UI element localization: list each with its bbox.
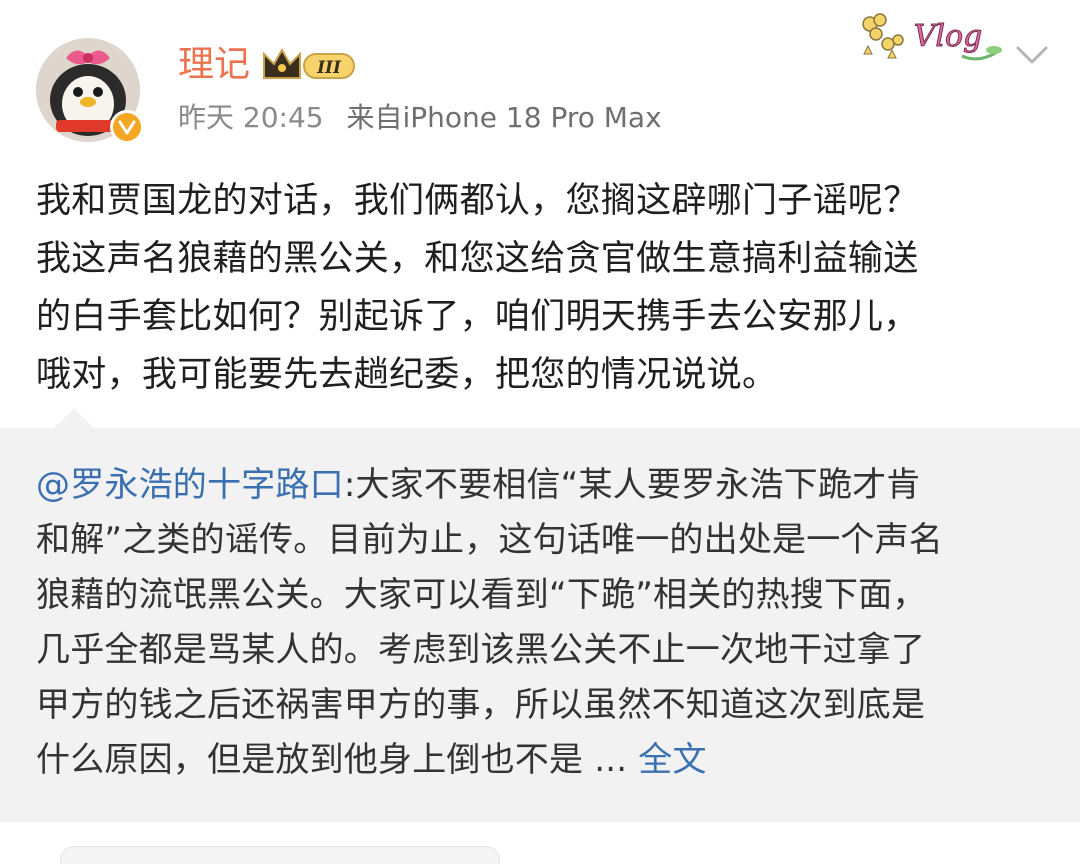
repost-line: 几乎全都是骂某人的。考虑到该黑公关不止一次地干过拿了 — [36, 630, 926, 670]
post-body: 我和贾国龙的对话，我们俩都认，您搁这辟哪门子谣呢？ 我这声名狼藉的黑公关，和您这… — [36, 172, 1046, 404]
repost-line: 甲方的钱之后还祸害甲方的事，所以虽然不知道这次到底是 — [36, 685, 926, 725]
username[interactable]: 理记 — [178, 40, 250, 90]
post-line: 的白手套比如何？别起诉了，咱们明天携手去公安那儿， — [36, 297, 919, 337]
repost-line: 什么原因，但是放到他身上倒也不是 ... 全文 — [36, 733, 1046, 788]
post-line: 我这声名狼藉的黑公关，和您这给贪官做生意搞利益输送 — [36, 239, 919, 279]
repost-first-line: :大家不要相信“某人要罗永浩下跪才肯 — [343, 465, 921, 505]
mention-link[interactable]: @罗永浩的十字路口 — [36, 465, 344, 505]
bottom-card-edge — [60, 846, 500, 864]
vlog-text: Vlog — [914, 19, 983, 54]
post-time: 昨天 20:45 — [178, 101, 324, 134]
post-source: 来自iPhone 18 Pro Max — [346, 101, 662, 134]
level-text: III — [316, 58, 342, 78]
repost-line: 狼藉的流氓黑公关。大家可以看到“下跪”相关的热搜下面， — [36, 575, 927, 615]
repost-line: @罗永浩的十字路口:大家不要相信“某人要罗永浩下跪才肯 — [36, 458, 1046, 513]
verified-v-icon — [110, 110, 144, 144]
chevron-down-icon[interactable] — [1012, 40, 1052, 70]
repost-last-line: 什么原因，但是放到他身上倒也不是 ... — [36, 740, 628, 780]
vlog-sticker: Vlog — [858, 6, 1006, 66]
post-line: 我和贾国龙的对话，我们俩都认，您搁这辟哪门子谣呢？ — [36, 181, 919, 221]
repost-line: 和解”之类的谣传。目前为止，这句话唯一的出处是一个声名 — [36, 520, 944, 560]
avatar[interactable] — [36, 38, 146, 148]
post-header: 理记 III 昨天 20:45 来自iPhone 18 Pro Max Vlog — [0, 0, 1080, 160]
repost-body: @罗永浩的十字路口:大家不要相信“某人要罗永浩下跪才肯 和解”之类的谣传。目前为… — [36, 458, 1046, 788]
crown-level-icon[interactable]: III — [260, 44, 358, 86]
post-line: 哦对，我可能要先去趟纪委，把您的情况说说。 — [36, 355, 778, 395]
post-meta: 昨天 20:45 来自iPhone 18 Pro Max — [178, 98, 676, 138]
full-text-link[interactable]: 全文 — [638, 740, 706, 780]
